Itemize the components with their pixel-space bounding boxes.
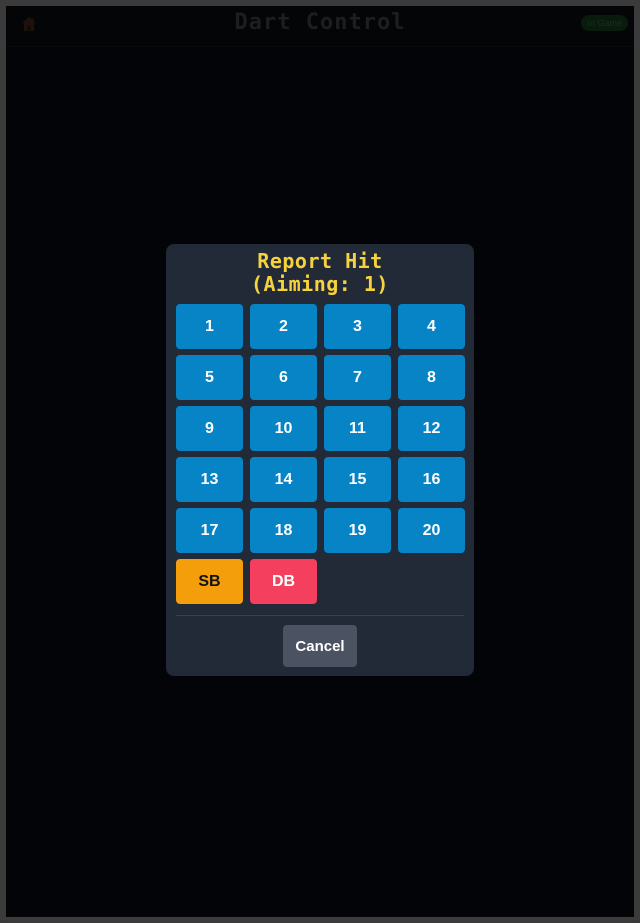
number-button-10[interactable]: 10 [250,406,317,451]
report-hit-dialog: Report Hit (Aiming: 1) 1 2 3 4 5 6 7 8 9… [166,244,474,676]
double-bull-button[interactable]: DB [250,559,317,604]
number-button-4[interactable]: 4 [398,304,465,349]
number-button-15[interactable]: 15 [324,457,391,502]
number-grid: 1 2 3 4 5 6 7 8 9 10 11 12 13 14 15 16 1… [176,304,465,604]
number-button-13[interactable]: 13 [176,457,243,502]
number-button-9[interactable]: 9 [176,406,243,451]
number-button-5[interactable]: 5 [176,355,243,400]
dialog-divider [176,615,464,616]
dialog-title: Report Hit (Aiming: 1) [166,250,474,296]
dialog-title-line2: (Aiming: 1) [251,272,389,296]
number-button-18[interactable]: 18 [250,508,317,553]
number-button-7[interactable]: 7 [324,355,391,400]
number-button-6[interactable]: 6 [250,355,317,400]
number-button-14[interactable]: 14 [250,457,317,502]
number-button-17[interactable]: 17 [176,508,243,553]
number-button-16[interactable]: 16 [398,457,465,502]
cancel-button[interactable]: Cancel [283,625,357,667]
number-button-3[interactable]: 3 [324,304,391,349]
app-frame: Dart Control In Game Report Hit (Aiming:… [0,0,640,923]
dialog-title-line1: Report Hit [257,249,383,273]
number-button-12[interactable]: 12 [398,406,465,451]
number-button-8[interactable]: 8 [398,355,465,400]
number-button-19[interactable]: 19 [324,508,391,553]
number-button-2[interactable]: 2 [250,304,317,349]
number-button-11[interactable]: 11 [324,406,391,451]
single-bull-button[interactable]: SB [176,559,243,604]
number-button-1[interactable]: 1 [176,304,243,349]
number-button-20[interactable]: 20 [398,508,465,553]
